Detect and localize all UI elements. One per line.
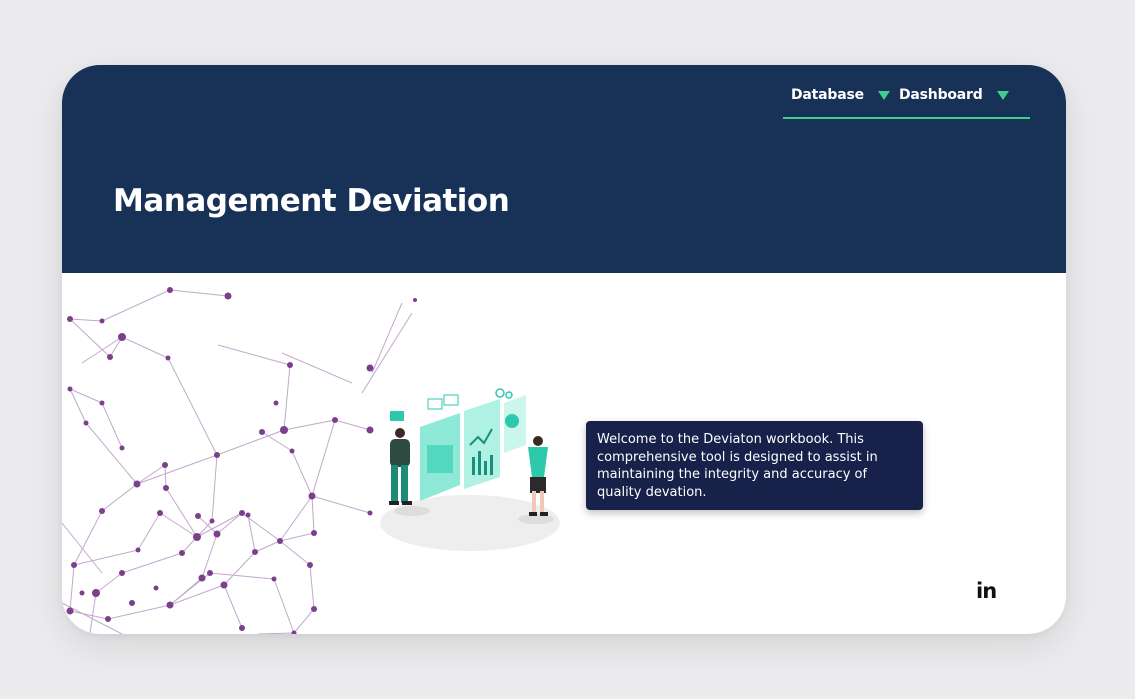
dashboard-illustration — [380, 388, 560, 551]
header-banner: Database Dashboard Management Deviation — [62, 65, 1066, 273]
caret-down-icon — [996, 90, 1009, 100]
linkedin-icon[interactable]: in — [976, 579, 997, 603]
nav-dashboard-dropdown[interactable]: Dashboard — [899, 87, 1009, 103]
caret-down-icon — [877, 90, 890, 100]
page-title: Management Deviation — [113, 183, 510, 219]
main-card: Database Dashboard Management Deviation — [62, 65, 1066, 634]
top-nav: Database Dashboard — [783, 85, 1030, 119]
network-graphic — [62, 287, 417, 634]
welcome-message: Welcome to the Deviaton workbook. This c… — [586, 421, 923, 510]
nav-database-dropdown[interactable]: Database — [791, 87, 890, 103]
nav-database-label: Database — [791, 87, 864, 103]
nav-dashboard-label: Dashboard — [899, 87, 983, 103]
